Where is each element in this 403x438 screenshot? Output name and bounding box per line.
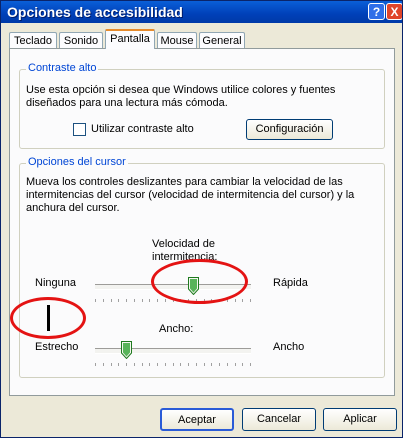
slider-tick <box>103 363 104 366</box>
slider-tick <box>103 299 104 302</box>
slider-tick <box>157 299 158 302</box>
accessibility-options-window: Opciones de accesibilidad ? X Teclado So… <box>0 0 403 438</box>
slider-tick <box>204 363 205 366</box>
slider-tick <box>118 299 119 302</box>
slider-tick <box>126 363 127 366</box>
slider-tick <box>142 299 143 302</box>
slider-tick <box>173 363 174 366</box>
tab-sonido[interactable]: Sonido <box>59 32 103 48</box>
slider-tick <box>250 363 251 366</box>
tab-general[interactable]: General <box>199 32 245 48</box>
cursor-width-slider-thumb[interactable] <box>121 341 132 359</box>
high-contrast-group-title: Contraste alto <box>26 62 99 74</box>
tab-pantalla[interactable]: Pantalla <box>105 29 155 49</box>
width-max-label: Ancho <box>273 341 305 353</box>
close-button[interactable]: X <box>386 3 402 20</box>
slider-tick <box>111 363 112 366</box>
slider-tick <box>196 363 197 366</box>
slider-tick <box>165 363 166 366</box>
slider-tick <box>149 299 150 302</box>
slider-tick <box>211 363 212 366</box>
slider-tick <box>180 363 181 366</box>
slider-tick <box>219 363 220 366</box>
slider-tick <box>111 299 112 302</box>
annotation-ring-blink-slider <box>151 259 248 304</box>
help-button[interactable]: ? <box>368 3 385 20</box>
slider-tick <box>242 363 243 366</box>
slider-tick <box>188 363 189 366</box>
slider-tick <box>95 363 96 366</box>
blink-max-label: Rápida <box>273 277 308 289</box>
cursor-width-ticks <box>95 363 251 367</box>
slider-tick <box>165 299 166 302</box>
slider-tick <box>242 299 243 302</box>
slider-tick <box>227 363 228 366</box>
title-bar[interactable]: Opciones de accesibilidad ? X <box>1 1 402 23</box>
tab-teclado[interactable]: Teclado <box>9 32 57 48</box>
width-min-label: Estrecho <box>35 341 79 353</box>
blink-min-label: Ninguna <box>35 277 76 289</box>
slider-tick <box>134 363 135 366</box>
cursor-width-label: Ancho: <box>159 323 194 335</box>
high-contrast-checkbox-label[interactable]: Utilizar contraste alto <box>91 123 194 136</box>
cursor-options-group-title: Opciones del cursor <box>26 156 128 168</box>
slider-tick <box>250 299 251 302</box>
slider-tick <box>126 299 127 302</box>
slider-tick <box>134 299 135 302</box>
slider-tick <box>235 299 236 302</box>
slider-tick <box>142 363 143 366</box>
apply-button[interactable]: Aplicar <box>323 408 397 431</box>
slider-tick <box>149 363 150 366</box>
configuration-button[interactable]: Configuración <box>246 119 333 140</box>
slider-tick <box>95 299 96 302</box>
slider-tick <box>157 363 158 366</box>
window-title: Opciones de accesibilidad <box>7 4 183 20</box>
cancel-button[interactable]: Cancelar <box>242 408 316 431</box>
tab-mouse[interactable]: Mouse <box>157 32 197 48</box>
slider-tick <box>118 363 119 366</box>
high-contrast-checkbox[interactable] <box>73 123 86 136</box>
ok-button[interactable]: Aceptar <box>160 408 234 431</box>
high-contrast-description: Use esta opción si desea que Windows uti… <box>26 84 336 109</box>
cursor-width-track[interactable] <box>95 348 251 354</box>
annotation-ring-cursor-preview <box>10 297 86 339</box>
tab-panel-pantalla: Contraste alto Use esta opción si desea … <box>9 48 395 396</box>
slider-tick <box>235 363 236 366</box>
cursor-options-description: Mueva los controles deslizantes para cam… <box>26 176 355 214</box>
high-contrast-group: Contraste alto Use esta opción si desea … <box>19 62 385 149</box>
